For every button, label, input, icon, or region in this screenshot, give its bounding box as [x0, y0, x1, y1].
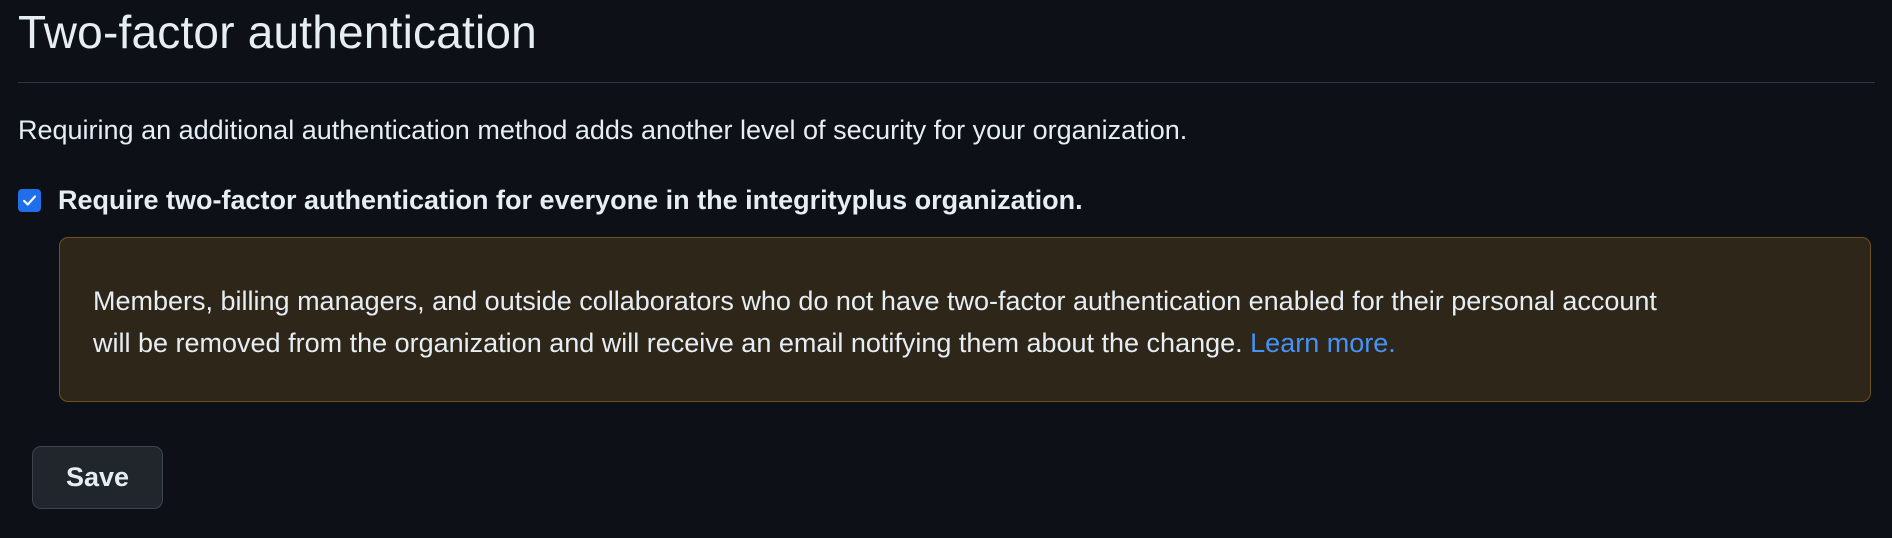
warning-text-line-1: Members, billing managers, and outside c…	[93, 286, 1657, 316]
save-button[interactable]: Save	[32, 446, 163, 509]
warning-text: will be removed from the organization an…	[93, 328, 1243, 358]
page-title: Two-factor authentication	[18, 6, 537, 58]
require-2fa-checkbox[interactable]	[18, 188, 41, 212]
section-divider	[18, 82, 1875, 83]
require-2fa-label[interactable]: Require two-factor authentication for ev…	[58, 183, 1083, 217]
section-description: Requiring an additional authentication m…	[18, 115, 1188, 145]
warning-text-line-2: will be removed from the organization an…	[93, 322, 1870, 364]
check-icon	[22, 194, 37, 206]
require-2fa-option[interactable]: Require two-factor authentication for ev…	[18, 183, 1875, 217]
two-factor-settings: Two-factor authentication Requiring an a…	[18, 0, 1875, 402]
removal-warning: Members, billing managers, and outside c…	[59, 237, 1871, 402]
learn-more-link[interactable]: Learn more.	[1250, 328, 1396, 358]
